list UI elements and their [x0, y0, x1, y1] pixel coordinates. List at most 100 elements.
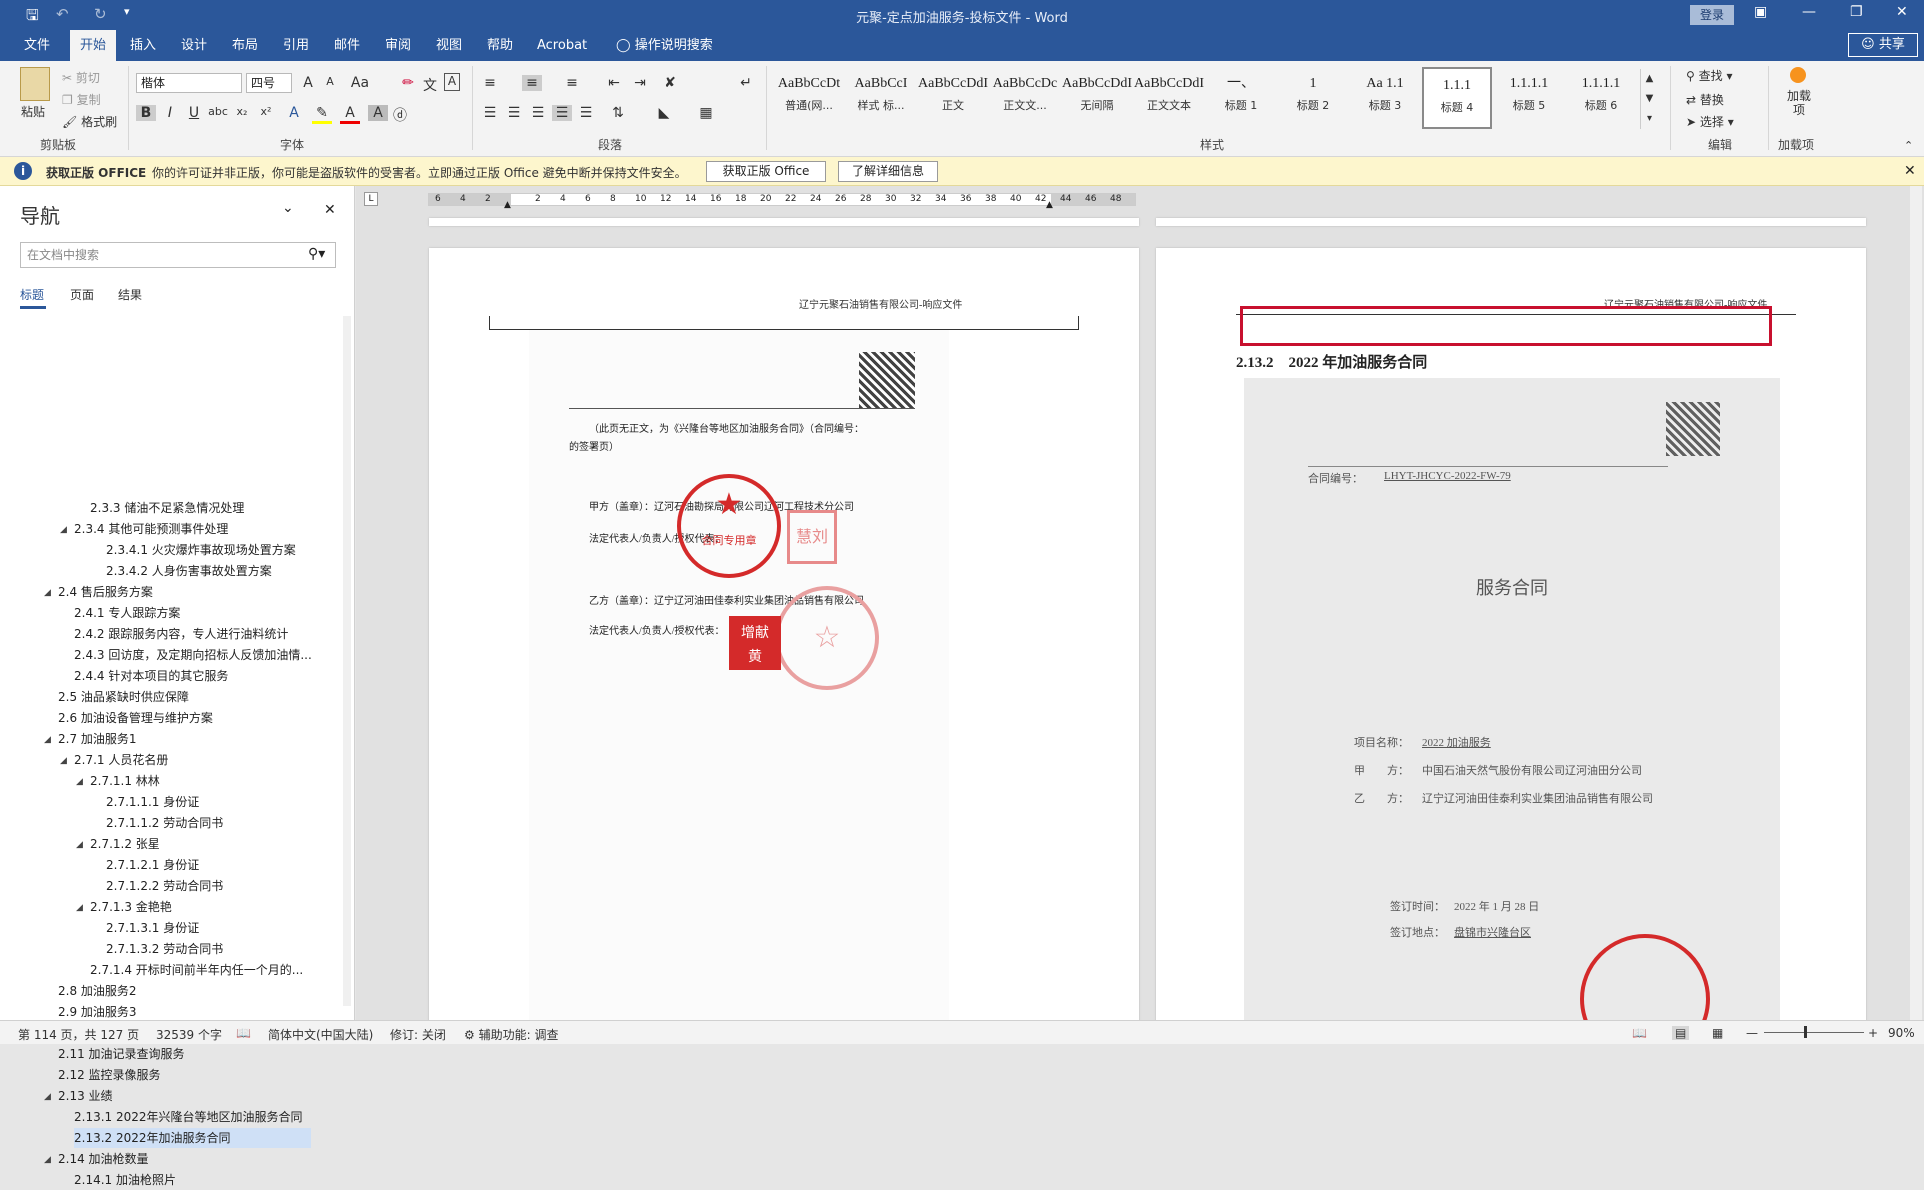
expand-triangle-icon[interactable]: ◢ [76, 903, 83, 913]
increase-indent-icon[interactable]: ⇥ [630, 75, 650, 91]
login-button[interactable]: 登录 [1690, 5, 1734, 25]
style-item[interactable]: 1.1.1.1 标题 6 [1566, 67, 1636, 129]
style-item[interactable]: AaBbCcDdI 正文文本 [1134, 67, 1204, 129]
nav-heading-item[interactable]: 2.7.1.2 张星 [90, 834, 160, 854]
subscript-icon[interactable]: x₂ [232, 105, 252, 118]
expand-triangle-icon[interactable]: ◢ [60, 756, 67, 766]
expand-triangle-icon[interactable]: ◢ [44, 735, 51, 745]
nav-heading-item[interactable]: 2.7.1.1 林林 [90, 771, 160, 791]
tab-mailings[interactable]: 邮件 [324, 30, 370, 61]
tab-references[interactable]: 引用 [273, 30, 319, 61]
tab-review[interactable]: 审阅 [375, 30, 421, 61]
nav-heading-item[interactable]: 2.7.1.2.1 身份证 [106, 855, 199, 875]
cut-button[interactable]: ✂ 剪切 [62, 69, 100, 86]
nav-heading-item[interactable]: 2.3.4.2 人身伤害事故处置方案 [106, 561, 272, 581]
char-border-icon[interactable]: A [444, 73, 460, 91]
language[interactable]: 简体中文(中国大陆) [268, 1026, 373, 1043]
underline-icon[interactable]: U [184, 105, 204, 121]
italic-icon[interactable]: I [160, 105, 180, 121]
font-size-select[interactable]: 四号 [246, 73, 292, 93]
nav-heading-item[interactable]: 2.4.4 针对本项目的其它服务 [74, 666, 228, 686]
nav-heading-item[interactable]: 2.4 售后服务方案 [58, 582, 153, 602]
nav-heading-item[interactable]: 2.13.1 2022年兴隆台等地区加油服务合同 [74, 1107, 303, 1127]
style-item[interactable]: 1 标题 2 [1278, 67, 1348, 129]
expand-triangle-icon[interactable]: ◢ [76, 777, 83, 787]
style-item[interactable]: AaBbCcDdI 无间隔 [1062, 67, 1132, 129]
restore-icon[interactable]: ❐ [1850, 4, 1863, 20]
nav-heading-item[interactable]: 2.7.1.2.2 劳动合同书 [106, 876, 223, 896]
nav-heading-item[interactable]: 2.7.1.1.2 劳动合同书 [106, 813, 223, 833]
nav-heading-item[interactable]: 2.6 加油设备管理与维护方案 [58, 708, 213, 728]
expand-triangle-icon[interactable]: ◢ [60, 525, 67, 535]
style-item[interactable]: 一、 标题 1 [1206, 67, 1276, 129]
highlight-icon[interactable]: ✎ [312, 105, 332, 124]
word-count[interactable]: 32539 个字 [156, 1026, 222, 1043]
minimize-icon[interactable]: — [1802, 4, 1816, 20]
clear-format-icon[interactable]: ✏ [398, 75, 418, 91]
format-painter-button[interactable]: 🖌 格式刷 [62, 113, 117, 130]
numbering-icon[interactable]: ≡ [522, 75, 542, 91]
tab-acrobat[interactable]: Acrobat [527, 30, 597, 61]
nav-heading-item[interactable]: 2.7.1.4 开标时间前半年内任一个月的... [90, 960, 303, 980]
expand-triangle-icon[interactable]: ◢ [44, 588, 51, 598]
strikethrough-icon[interactable]: abc [208, 105, 228, 118]
grow-font-icon[interactable]: A [298, 75, 318, 91]
line-spacing-icon[interactable]: ⇅ [608, 105, 628, 121]
text-effects-icon[interactable]: A [284, 105, 304, 121]
font-color-icon[interactable]: A [340, 105, 360, 124]
show-marks-icon[interactable]: ↵ [736, 75, 756, 91]
nav-scrollbar[interactable] [343, 316, 351, 1006]
tab-selector[interactable]: L [364, 192, 378, 206]
tab-view[interactable]: 视图 [426, 30, 472, 61]
paste-button[interactable]: 粘贴 [21, 103, 45, 120]
indent-marker[interactable]: ▲ [504, 200, 511, 210]
track-changes-status[interactable]: 修订: 关闭 [390, 1026, 446, 1043]
zoom-slider-thumb[interactable] [1804, 1026, 1807, 1038]
nav-heading-item[interactable]: 2.8 加油服务2 [58, 981, 137, 1001]
zoom-slider[interactable] [1764, 1032, 1864, 1033]
font-name-select[interactable]: 楷体 [136, 73, 242, 93]
tab-home[interactable]: 开始 [70, 30, 117, 61]
close-warning-icon[interactable]: ✕ [1904, 163, 1916, 179]
accessibility-status[interactable]: ⚙ 辅助功能: 调查 [464, 1026, 558, 1043]
enclose-char-icon[interactable]: ⓓ [390, 105, 410, 125]
zoom-level[interactable]: 90% [1888, 1026, 1915, 1040]
nav-heading-item[interactable]: 2.13 业绩 [58, 1086, 113, 1106]
copy-button[interactable]: ❐ 复制 [62, 91, 101, 108]
bullets-icon[interactable]: ≡ [480, 75, 500, 91]
style-item[interactable]: 1.1.1.1 标题 5 [1494, 67, 1564, 129]
addins-icon[interactable] [1790, 67, 1806, 83]
change-case-icon[interactable]: Aa [350, 75, 370, 91]
zoom-out-icon[interactable]: — [1746, 1026, 1758, 1040]
nav-heading-item[interactable]: 2.14.1 加油枪照片 [74, 1170, 176, 1190]
web-layout-icon[interactable]: ▦ [1712, 1026, 1723, 1040]
nav-close-icon[interactable]: ✕ [324, 202, 336, 218]
superscript-icon[interactable]: x² [256, 105, 276, 118]
nav-heading-item[interactable]: 2.14 加油枪数量 [58, 1149, 149, 1169]
close-window-icon[interactable]: ✕ [1896, 4, 1908, 20]
search-icon[interactable]: ⚲▾ [308, 246, 325, 262]
get-genuine-button[interactable]: 获取正版 Office [706, 161, 826, 182]
nav-tab-pages[interactable]: 页面 [70, 286, 94, 303]
tell-me-search[interactable]: ◯ 操作说明搜索 [606, 30, 723, 61]
style-item[interactable]: AaBbCcDdI 正文 [918, 67, 988, 129]
nav-search-input[interactable]: 在文档中搜索 [20, 242, 336, 268]
align-left-icon[interactable]: ☰ [480, 105, 500, 121]
expand-triangle-icon[interactable]: ◢ [76, 840, 83, 850]
nav-heading-item[interactable]: 2.3.4.1 火灾爆炸事故现场处置方案 [106, 540, 296, 560]
chinese-layout-icon[interactable]: ✘ [660, 75, 680, 91]
page-count[interactable]: 第 114 页，共 127 页 [18, 1026, 139, 1043]
tab-help[interactable]: 帮助 [477, 30, 523, 61]
style-item[interactable]: Aa 1.1 标题 3 [1350, 67, 1420, 129]
nav-heading-item[interactable]: 2.7.1.3 金艳艳 [90, 897, 172, 917]
vertical-scrollbar[interactable] [1910, 186, 1922, 1020]
share-button[interactable]: ☺ 共享 [1848, 33, 1918, 57]
section-heading[interactable]: 2.13.2 2022 年加油服务合同 [1236, 351, 1427, 372]
replace-button[interactable]: ⇄ 替换 [1686, 91, 1724, 108]
align-center-icon[interactable]: ☰ [504, 105, 524, 121]
nav-heading-item[interactable]: 2.7.1.3.1 身份证 [106, 918, 199, 938]
right-indent-marker[interactable]: ▲ [1046, 200, 1053, 210]
nav-heading-item[interactable]: 2.7.1.3.2 劳动合同书 [106, 939, 223, 959]
nav-options-icon[interactable]: ⌄ [282, 200, 294, 216]
nav-heading-item[interactable]: 2.7 加油服务1 [58, 729, 137, 749]
